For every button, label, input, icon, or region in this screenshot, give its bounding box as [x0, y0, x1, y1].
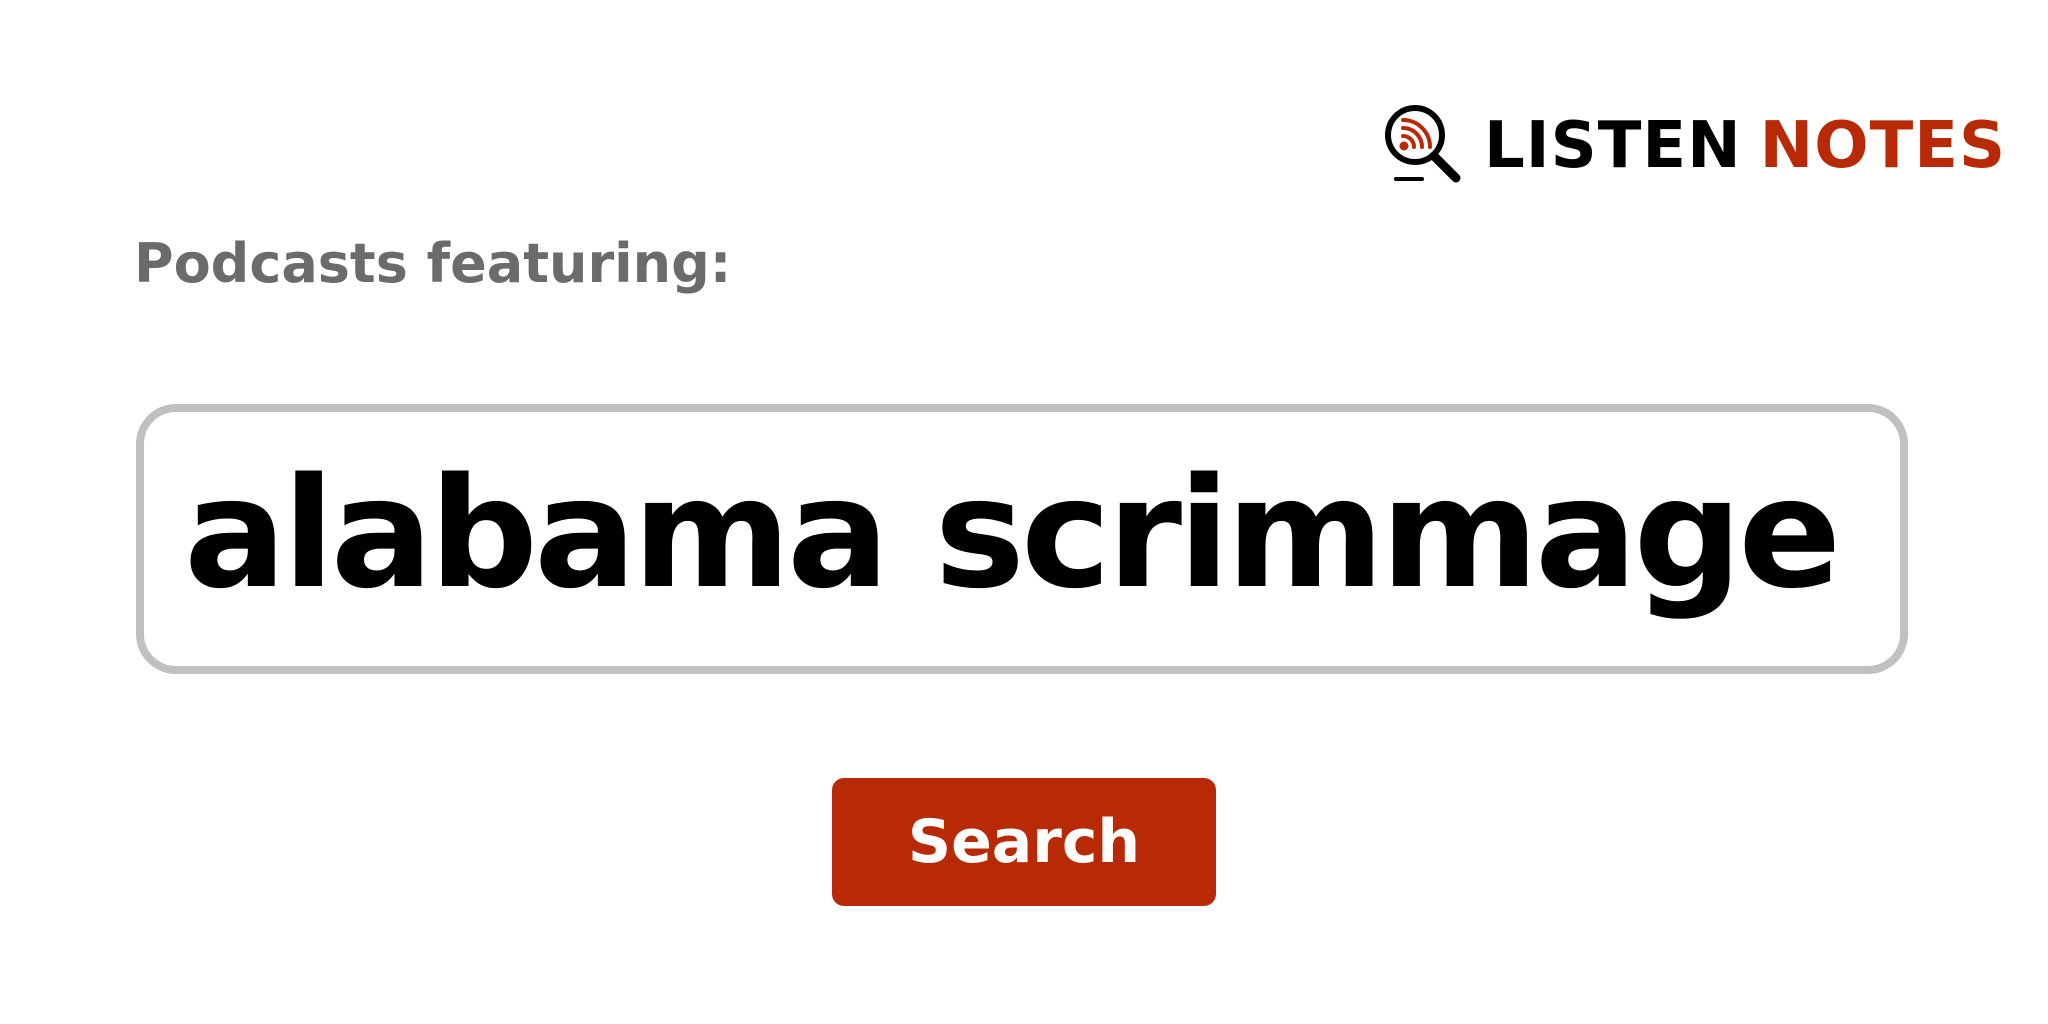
- logo-word-listen: LISTEN: [1484, 109, 1742, 183]
- logo-wordmark: LISTEN NOTES: [1484, 114, 2006, 178]
- logo-word-notes: NOTES: [1759, 109, 2007, 183]
- listen-notes-logo[interactable]: LISTEN NOTES: [1382, 104, 2006, 188]
- page: LISTEN NOTES Podcasts featuring: alabama …: [0, 0, 2048, 1024]
- search-query-text: alabama scrimmage: [184, 445, 1841, 622]
- search-button-label: Search: [907, 807, 1141, 877]
- search-input[interactable]: alabama scrimmage: [136, 404, 1908, 674]
- magnifier-podcast-icon: [1385, 105, 1461, 183]
- search-button[interactable]: Search: [832, 778, 1216, 906]
- page-title: Podcasts featuring:: [134, 232, 732, 295]
